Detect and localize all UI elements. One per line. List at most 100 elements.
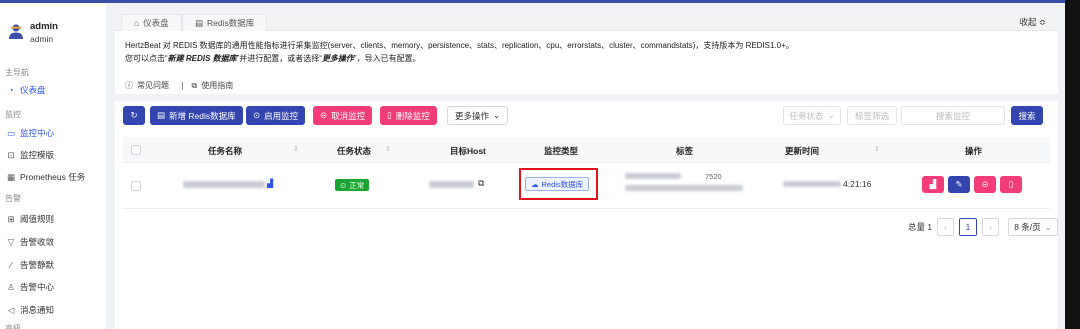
grid-icon: ▦	[6, 171, 16, 182]
sidebar-item-dashboard[interactable]: ◔ 仪表盘	[5, 81, 103, 99]
select-placeholder: 标签筛选	[854, 110, 889, 121]
column-actions: 操作	[965, 146, 983, 156]
intro-description: HertzBeat 对 REDIS 数据库的通用性能指标进行采集监控(serve…	[125, 39, 1045, 65]
tag-filter-button[interactable]: 标签筛选	[847, 106, 897, 125]
sort-icon[interactable]: ⇕	[385, 145, 391, 153]
page-size-select[interactable]: 8 条/页 ⌄	[1008, 218, 1058, 236]
button-label: 新增 Redis数据库	[169, 110, 236, 121]
page-tabs: ⌂ 仪表盘 ▤ Redis数据库 收起 ≎	[115, 11, 1058, 31]
tab-redis[interactable]: ▤ Redis数据库	[182, 14, 268, 31]
filter-icon: ▽	[7, 236, 15, 247]
button-label: 更多操作	[455, 110, 490, 121]
stop-icon: ⊝	[320, 110, 328, 120]
table-header: 任务名称 ⇕ 任务状态 ⇕ 目标Host 监控类型 标签 更新时间 ⇕ 操作	[123, 137, 1050, 163]
chevron-right-icon: ›	[989, 222, 992, 232]
view-chart-button[interactable]: ▟	[922, 176, 944, 193]
tab-label: 仪表盘	[143, 18, 169, 28]
intro-line-1: HertzBeat 对 REDIS 数据库的通用性能指标进行采集监控(serve…	[125, 41, 794, 50]
add-redis-button[interactable]: ▤ 新增 Redis数据库	[150, 106, 243, 125]
monitor-name-redacted[interactable]	[183, 181, 265, 188]
play-icon: ⊙	[253, 110, 261, 120]
sidebar-item-label: 告警静默	[20, 260, 55, 270]
dashboard-icon: ◔	[8, 85, 14, 95]
button-label: 取消监控	[331, 110, 366, 121]
column-name: 任务名称	[208, 146, 243, 156]
next-page-button[interactable]: ›	[982, 218, 999, 236]
sidebar: admin admin 主导航 ◔ 仪表盘 监控 ▭ 监控中心 ⊡ 监控模版 ▦…	[0, 3, 107, 329]
page-size-label: 8 条/页	[1014, 222, 1041, 232]
avatar	[9, 24, 23, 39]
column-updated: 更新时间	[785, 146, 820, 156]
select-placeholder: 任务状态	[789, 110, 824, 121]
collapse-toggle[interactable]: 收起 ≎	[1020, 16, 1046, 28]
tab-label: Redis数据库	[207, 18, 255, 28]
sidebar-item-label: 阈值规则	[20, 214, 55, 224]
button-label: 启用监控	[264, 110, 299, 121]
monitor-list-card: ↻ ▤ 新增 Redis数据库 ⊙ 启用监控 ⊝ 取消监控 ▯ 删除监控 更多操作 ⌄ 任…	[115, 101, 1058, 329]
cloud-icon: ☁	[531, 179, 539, 189]
tab-dashboard[interactable]: ⌂ 仪表盘	[121, 14, 182, 31]
copy-icon[interactable]: ⧉	[478, 178, 484, 189]
user-name: admin	[30, 21, 58, 32]
user-profile[interactable]: admin admin	[8, 21, 103, 45]
intro-emphasis: 更多操作	[321, 54, 354, 63]
search-button[interactable]: 搜索	[1011, 106, 1043, 125]
sidebar-item-label: 告警收敛	[20, 237, 55, 247]
intro-text: ”，导入已有配置。	[353, 54, 421, 63]
row-checkbox[interactable]	[131, 181, 141, 191]
section-alert: 告警	[5, 194, 21, 203]
chevron-down-icon: ⌄	[493, 110, 501, 120]
column-status: 任务状态	[337, 146, 372, 156]
total-count: 总量 1	[908, 222, 933, 232]
button-label: 搜索	[1018, 110, 1036, 121]
enable-monitor-button[interactable]: ⊙ 启用监控	[246, 106, 306, 125]
trash-icon: ▯	[1008, 179, 1014, 189]
mute-icon: ⁄	[10, 260, 12, 270]
notification-icon: ◁	[7, 304, 15, 315]
sidebar-item-alert-center[interactable]: ♙ 告警中心	[5, 278, 103, 296]
search-placeholder: 搜索监控	[935, 110, 970, 121]
guide-link[interactable]: 使用指南	[201, 81, 233, 90]
faq-link[interactable]: 常见问题	[137, 81, 169, 90]
status-filter-select[interactable]: 任务状态 ⌄	[783, 106, 841, 125]
database-icon: ▤	[195, 17, 204, 28]
laptop-icon: ▭	[6, 127, 16, 138]
page-1[interactable]: 1	[959, 218, 977, 236]
sidebar-item-monitor-template[interactable]: ⊡ 监控模版	[5, 146, 103, 164]
user-role: admin	[30, 34, 54, 44]
sidebar-item-label: 消息通知	[20, 305, 55, 315]
delete-button[interactable]: ▯	[1000, 176, 1022, 193]
status-text: 正常	[349, 180, 365, 190]
edit-button[interactable]: ✎	[948, 176, 970, 193]
prev-page-button[interactable]: ‹	[937, 218, 954, 236]
column-host: 目标Host	[450, 146, 486, 156]
sort-icon[interactable]: ⇕	[293, 145, 299, 153]
intro-line-2: 您可以点击“新建 REDIS 数据库”并进行配置，或者选择“更多操作”，导入已有…	[125, 52, 1045, 65]
sidebar-item-threshold[interactable]: ⊞ 阈值规则	[5, 210, 103, 228]
sidebar-item-monitor-center[interactable]: ▭ 监控中心	[5, 124, 103, 142]
question-icon: ⓘ	[125, 81, 133, 90]
more-actions-dropdown[interactable]: 更多操作 ⌄	[447, 106, 509, 125]
sidebar-item-silence[interactable]: ⁄ 告警静默	[5, 256, 103, 274]
pause-button[interactable]: ⊝	[974, 176, 996, 193]
section-main-nav: 主导航	[5, 68, 29, 77]
column-tags: 标签	[676, 146, 694, 156]
cancel-monitor-button[interactable]: ⊝ 取消监控	[313, 106, 373, 125]
page-number: 1	[965, 222, 971, 232]
help-links: ⓘ 常见问题 | ⧉ 使用指南	[125, 80, 237, 91]
sidebar-item-converge[interactable]: ▽ 告警收敛	[5, 233, 103, 251]
delete-monitor-button[interactable]: ▯ 删除监控	[380, 106, 437, 125]
search-input[interactable]: 搜索监控	[901, 106, 1005, 125]
refresh-button[interactable]: ↻	[123, 106, 145, 125]
sort-icon[interactable]: ⇕	[874, 145, 880, 153]
intro-text: ”并进行配置，或者选择“	[236, 54, 322, 63]
select-all-checkbox[interactable]	[131, 145, 141, 155]
update-time: 4:21:16	[843, 179, 872, 189]
chart-icon[interactable]: ▟	[267, 179, 273, 188]
sidebar-item-notify[interactable]: ◁ 消息通知	[5, 301, 103, 319]
tag-redacted	[625, 173, 681, 179]
bell-icon: ♙	[7, 281, 15, 292]
sidebar-item-prometheus[interactable]: ▦ Prometheus 任务	[5, 168, 103, 186]
link-separator: |	[181, 81, 184, 90]
host-redacted	[429, 181, 474, 188]
